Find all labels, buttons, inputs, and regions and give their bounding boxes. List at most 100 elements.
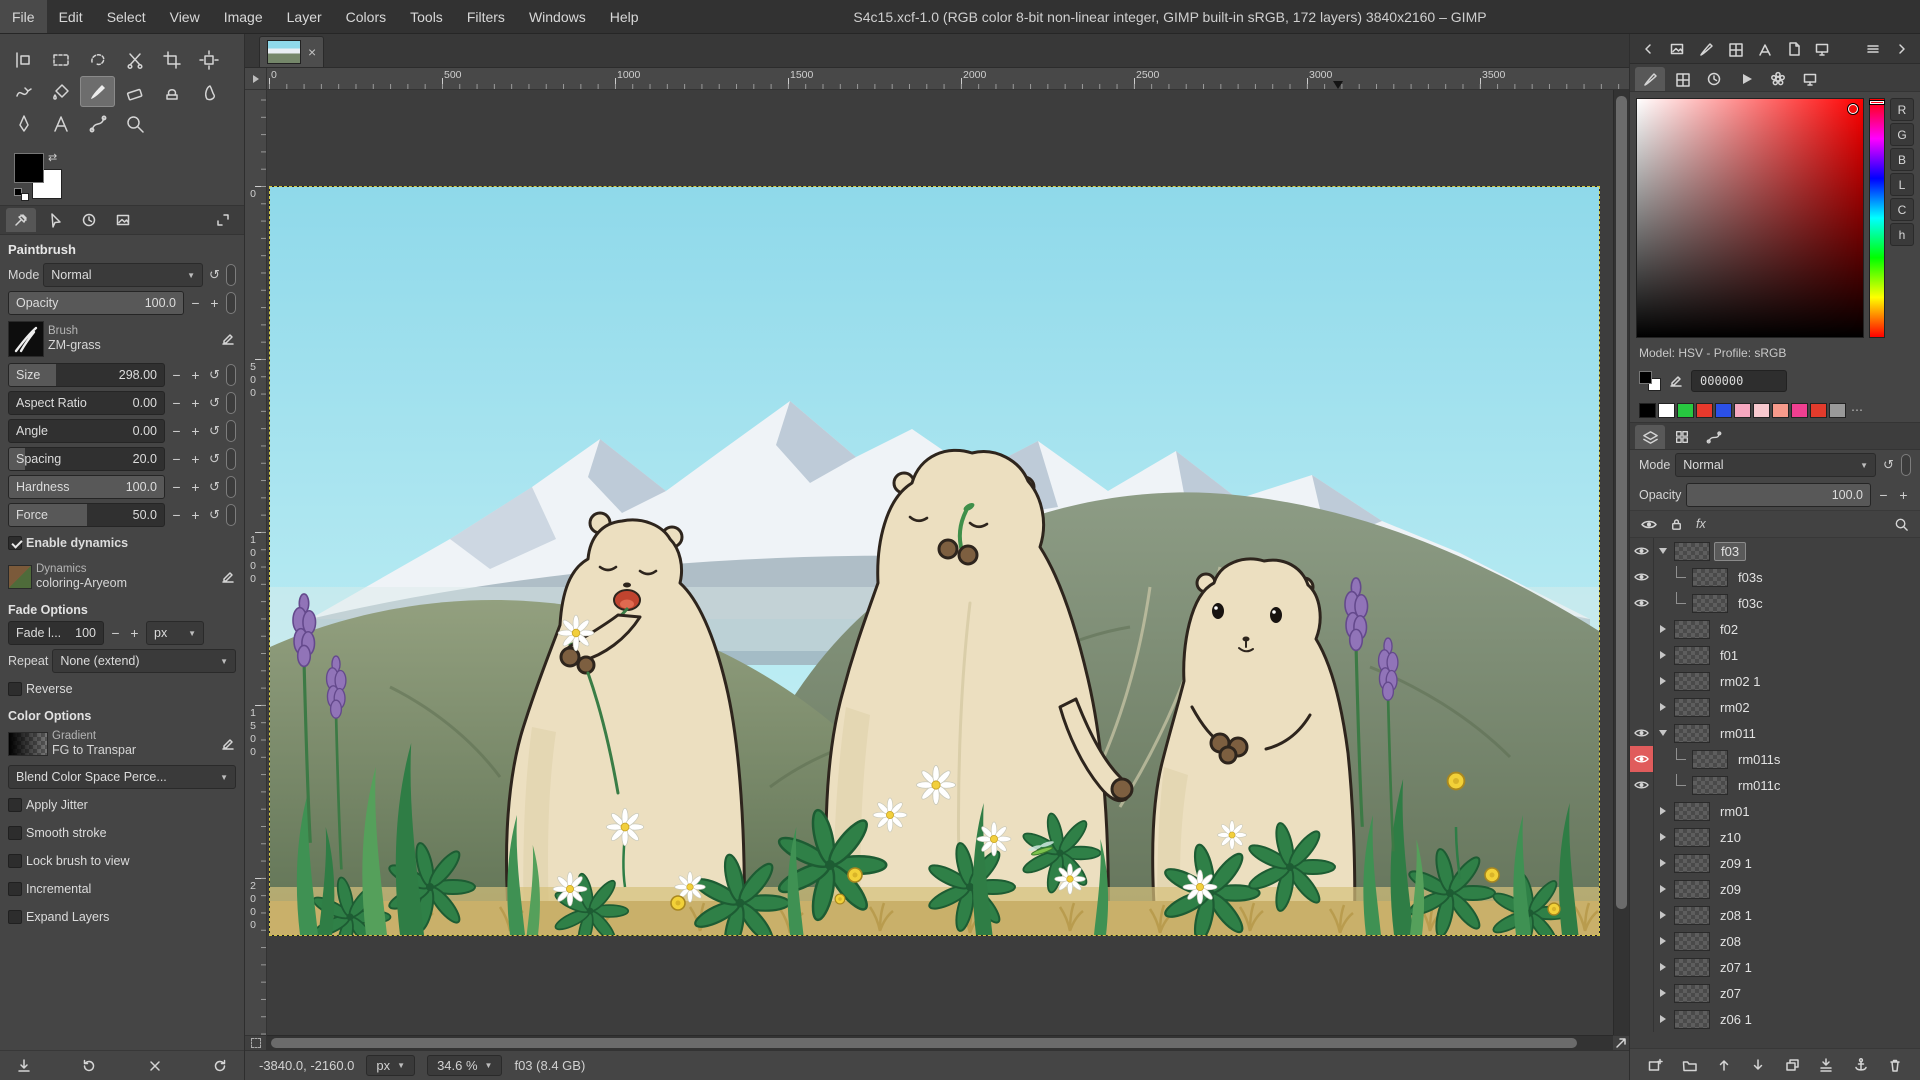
- layer-mode-reset-icon[interactable]: ↺: [1881, 457, 1896, 473]
- layer-row[interactable]: z07: [1630, 980, 1920, 1006]
- brush-selector[interactable]: Brush ZM-grass: [8, 319, 236, 359]
- zoom-dropdown[interactable]: 34.6 %▼: [427, 1055, 502, 1076]
- dock-tab-images-icon[interactable]: [1664, 38, 1690, 60]
- layer-visibility-toggle[interactable]: [1630, 720, 1654, 746]
- dock-expand-icon[interactable]: [1889, 38, 1915, 60]
- size-decrease-button[interactable]: −: [169, 363, 184, 387]
- palette-swatch[interactable]: [1677, 403, 1694, 418]
- layer-mode-switch-toggle[interactable]: [1901, 454, 1911, 476]
- incremental-checkbox[interactable]: Incremental: [8, 877, 236, 901]
- hardness-decrease-button[interactable]: −: [169, 475, 184, 499]
- layer-name[interactable]: rm02 1: [1714, 673, 1766, 690]
- tab-gradients[interactable]: [1763, 67, 1793, 91]
- horizontal-scrollbar[interactable]: [267, 1035, 1613, 1050]
- layer-visibility-toggle[interactable]: [1630, 538, 1654, 564]
- layer-name[interactable]: z08 1: [1714, 907, 1758, 924]
- edit-brush-icon[interactable]: [220, 331, 236, 347]
- foreground-color-swatch[interactable]: [14, 153, 44, 183]
- opacity-decrease-button[interactable]: −: [188, 291, 203, 315]
- layer-row[interactable]: rm01: [1630, 798, 1920, 824]
- layer-visibility-toggle[interactable]: [1630, 954, 1654, 980]
- apply-jitter-check-icon[interactable]: [8, 798, 22, 812]
- expand-layers-checkbox[interactable]: Expand Layers: [8, 905, 236, 929]
- align-tool[interactable]: [6, 44, 41, 75]
- horizontal-scrollbar-thumb[interactable]: [271, 1038, 1577, 1048]
- palette-swatch[interactable]: [1658, 403, 1675, 418]
- layer-name[interactable]: rm02: [1714, 699, 1756, 716]
- reverse-checkbox[interactable]: Reverse: [8, 677, 236, 701]
- fade-increase-button[interactable]: +: [127, 621, 142, 645]
- menu-filters[interactable]: Filters: [455, 0, 517, 33]
- layer-row[interactable]: z09: [1630, 876, 1920, 902]
- tab-animation[interactable]: [1731, 67, 1761, 91]
- smooth-stroke-checkbox[interactable]: Smooth stroke: [8, 821, 236, 845]
- canvas[interactable]: [269, 186, 1600, 936]
- layer-name[interactable]: z08: [1714, 933, 1747, 950]
- zoom-tool[interactable]: [117, 108, 152, 139]
- tab-undo-history[interactable]: [74, 208, 104, 232]
- new-group-button[interactable]: [1681, 1057, 1697, 1073]
- layer-expander[interactable]: [1660, 651, 1666, 659]
- fade-unit-dropdown[interactable]: px▼: [146, 621, 204, 645]
- navigation-button[interactable]: [1613, 1035, 1629, 1050]
- tab-patterns[interactable]: [1667, 67, 1697, 91]
- repeat-dropdown[interactable]: None (extend)▼: [52, 649, 236, 673]
- layer-visibility-toggle[interactable]: [1630, 824, 1654, 850]
- layer-visibility-toggle[interactable]: [1630, 590, 1654, 616]
- menu-windows[interactable]: Windows: [517, 0, 598, 33]
- vertical-scrollbar[interactable]: [1613, 90, 1629, 1035]
- layer-name[interactable]: z09 1: [1714, 855, 1758, 872]
- layer-name[interactable]: f03s: [1732, 569, 1769, 586]
- force-decrease-button[interactable]: −: [169, 503, 184, 527]
- size-link-toggle[interactable]: [226, 364, 236, 386]
- paint-mode-dropdown[interactable]: Normal▼: [43, 263, 203, 287]
- gradient-thumbnail[interactable]: [8, 732, 48, 756]
- size-reset-icon[interactable]: ↺: [207, 367, 222, 383]
- menu-layer[interactable]: Layer: [275, 0, 334, 33]
- edit-gradient-icon[interactable]: [220, 736, 236, 752]
- eraser-tool[interactable]: [117, 76, 152, 107]
- smooth-stroke-check-icon[interactable]: [8, 826, 22, 840]
- layer-visibility-toggle[interactable]: [1630, 1006, 1654, 1032]
- dock-tab-brushes-icon[interactable]: [1693, 38, 1719, 60]
- rectangle-select-tool[interactable]: [43, 44, 78, 75]
- vertical-scrollbar-thumb[interactable]: [1616, 96, 1627, 909]
- tab-device-status[interactable]: [40, 208, 70, 232]
- tab-templates[interactable]: [1795, 67, 1825, 91]
- hardness-reset-icon[interactable]: ↺: [207, 479, 222, 495]
- angle-link-toggle[interactable]: [226, 420, 236, 442]
- crop-tool[interactable]: [154, 44, 189, 75]
- layer-row[interactable]: z06 1: [1630, 1006, 1920, 1032]
- layer-name[interactable]: rm011s: [1732, 751, 1786, 768]
- menu-tools[interactable]: Tools: [398, 0, 455, 33]
- hardness-link-toggle[interactable]: [226, 476, 236, 498]
- layer-visibility-toggle-locked[interactable]: [1630, 746, 1654, 772]
- enable-dynamics-checkbox[interactable]: Enable dynamics: [8, 531, 236, 555]
- layer-visibility-toggle[interactable]: [1630, 668, 1654, 694]
- apply-jitter-checkbox[interactable]: Apply Jitter: [8, 793, 236, 817]
- layer-expander[interactable]: [1659, 548, 1667, 554]
- menu-file[interactable]: File: [0, 0, 47, 33]
- menu-image[interactable]: Image: [212, 0, 275, 33]
- layer-name[interactable]: z10: [1714, 829, 1747, 846]
- angle-reset-icon[interactable]: ↺: [207, 423, 222, 439]
- palette-swatch[interactable]: [1696, 403, 1713, 418]
- hue-slider[interactable]: [1869, 98, 1885, 338]
- layer-mode-dropdown[interactable]: Normal▼: [1675, 453, 1876, 477]
- layer-name[interactable]: f03: [1714, 542, 1746, 561]
- menu-help[interactable]: Help: [598, 0, 651, 33]
- layer-opacity-slider[interactable]: 100.0: [1686, 483, 1871, 507]
- paths-tool[interactable]: [80, 108, 115, 139]
- channel-r-button[interactable]: R: [1890, 98, 1914, 121]
- layer-expander[interactable]: [1660, 859, 1666, 867]
- horizontal-ruler[interactable]: 0 500 1000 1500 2000 2500 3000 3500: [267, 68, 1629, 90]
- dock-tab-fonts-icon[interactable]: [1751, 38, 1777, 60]
- angle-slider[interactable]: Angle0.00: [8, 419, 165, 443]
- saturation-value-square[interactable]: [1636, 98, 1864, 338]
- bucket-fill-tool[interactable]: [43, 76, 78, 107]
- layer-row[interactable]: f03c: [1630, 590, 1920, 616]
- layer-row[interactable]: rm011: [1630, 720, 1920, 746]
- menu-view[interactable]: View: [158, 0, 212, 33]
- layer-expander[interactable]: [1660, 989, 1666, 997]
- dock-collapse-icon[interactable]: [1635, 38, 1661, 60]
